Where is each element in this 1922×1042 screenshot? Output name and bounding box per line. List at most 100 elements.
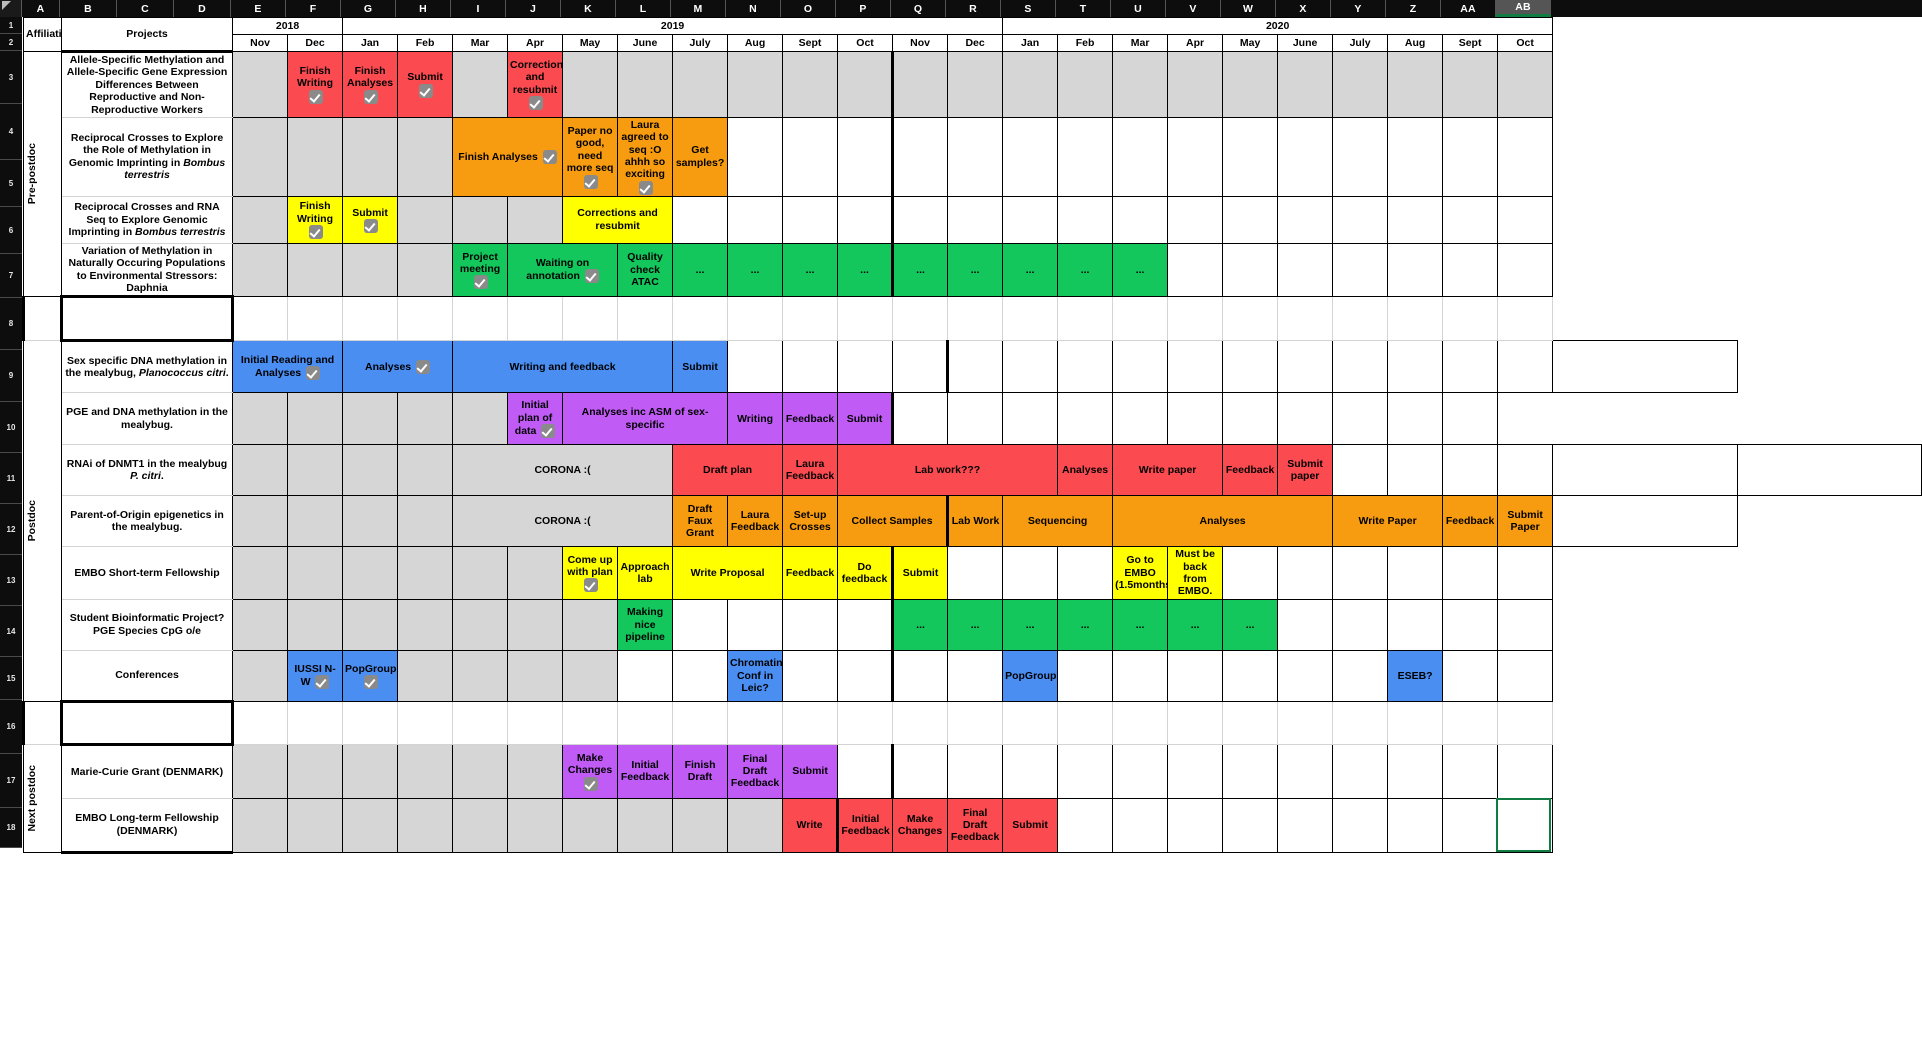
empty-cell[interactable]: [232, 546, 289, 600]
empty-cell[interactable]: [891, 116, 949, 197]
empty-cell[interactable]: [891, 649, 949, 702]
task-cell[interactable]: ...: [672, 242, 729, 298]
column-header-i[interactable]: I: [451, 0, 506, 17]
column-header-d[interactable]: D: [174, 0, 231, 17]
task-cell[interactable]: Initial plan of data: [507, 392, 564, 446]
column-header-r[interactable]: R: [946, 0, 1001, 17]
empty-cell[interactable]: [232, 51, 289, 118]
task-cell[interactable]: Feedback: [782, 546, 839, 600]
empty-cell[interactable]: [1002, 743, 1059, 799]
task-cell[interactable]: Lab work???: [837, 444, 1059, 497]
empty-cell[interactable]: [452, 743, 509, 799]
empty-cell[interactable]: [507, 546, 564, 600]
empty-cell[interactable]: [1002, 116, 1059, 197]
empty-cell[interactable]: [452, 649, 509, 702]
empty-cell[interactable]: [397, 649, 454, 702]
empty-cell[interactable]: [397, 546, 454, 600]
column-header-e[interactable]: E: [231, 0, 286, 17]
empty-cell[interactable]: [1002, 51, 1059, 118]
empty-cell[interactable]: [617, 797, 674, 853]
empty-cell[interactable]: [507, 649, 564, 702]
project-name[interactable]: Marie-Curie Grant (DENMARK): [60, 742, 234, 799]
task-cell[interactable]: Lab Work: [946, 495, 1004, 548]
task-cell[interactable]: ...: [1167, 598, 1224, 651]
empty-cell[interactable]: [1277, 598, 1334, 651]
empty-cell[interactable]: [562, 598, 619, 651]
project-name[interactable]: PGE and DNA methylation in the mealybug.: [60, 392, 234, 446]
row-header-7[interactable]: 7: [0, 254, 22, 298]
project-name[interactable]: RNAi of DNMT1 in the mealybug P. citri.: [60, 444, 234, 497]
empty-cell[interactable]: [1442, 116, 1499, 197]
empty-cell[interactable]: [1167, 195, 1224, 244]
empty-cell[interactable]: [1332, 546, 1389, 600]
empty-cell[interactable]: [232, 495, 289, 548]
empty-cell[interactable]: [1497, 340, 1554, 394]
empty-cell[interactable]: [1277, 797, 1334, 853]
empty-cell[interactable]: [1002, 392, 1059, 446]
empty-cell[interactable]: [782, 649, 839, 702]
empty-cell[interactable]: [617, 649, 674, 702]
empty-cell[interactable]: [1057, 51, 1114, 118]
empty-cell[interactable]: [1057, 116, 1114, 197]
checkbox-checked-icon[interactable]: [416, 359, 431, 374]
task-cell[interactable]: ...: [1222, 598, 1279, 651]
empty-cell[interactable]: [672, 51, 729, 118]
checkbox-checked-icon[interactable]: [584, 174, 599, 189]
task-cell[interactable]: Approach lab: [617, 546, 674, 600]
task-cell[interactable]: CORONA :(: [452, 495, 674, 548]
empty-cell[interactable]: [1442, 546, 1499, 600]
empty-cell[interactable]: [1736, 444, 1922, 497]
empty-cell[interactable]: [1387, 797, 1444, 853]
checkbox-checked-icon[interactable]: [309, 89, 324, 104]
task-cell[interactable]: ...: [947, 242, 1004, 298]
empty-cell[interactable]: [562, 797, 619, 853]
empty-cell[interactable]: [1497, 51, 1554, 118]
empty-cell[interactable]: [562, 649, 619, 702]
task-cell[interactable]: Submit: [342, 195, 399, 244]
empty-cell[interactable]: [397, 743, 454, 799]
column-header-n[interactable]: N: [726, 0, 781, 17]
row-header-12[interactable]: 12: [0, 504, 22, 555]
empty-cell[interactable]: [507, 598, 564, 651]
empty-cell[interactable]: [782, 340, 839, 394]
task-cell[interactable]: Sequencing: [1002, 495, 1114, 548]
empty-cell[interactable]: [1387, 392, 1444, 446]
empty-cell[interactable]: [1497, 797, 1554, 853]
checkbox-checked-icon[interactable]: [584, 578, 599, 593]
empty-cell[interactable]: [287, 116, 344, 197]
task-cell[interactable]: ...: [1112, 598, 1169, 651]
empty-cell[interactable]: [1552, 444, 1738, 497]
task-cell[interactable]: Finish Draft: [672, 743, 729, 799]
empty-cell[interactable]: [782, 116, 839, 197]
empty-cell[interactable]: [1222, 51, 1279, 118]
task-cell[interactable]: Write Paper: [1332, 495, 1444, 548]
empty-cell[interactable]: [1277, 340, 1334, 394]
empty-cell[interactable]: [1112, 116, 1169, 197]
column-header-w[interactable]: W: [1221, 0, 1276, 17]
empty-cell[interactable]: [1112, 743, 1169, 799]
empty-cell[interactable]: [1057, 546, 1114, 600]
project-name[interactable]: Reciprocal Crosses to Explore the Role o…: [60, 116, 234, 197]
task-cell[interactable]: Submit: [891, 546, 949, 600]
project-name[interactable]: Allele-Specific Methylation and Allele-S…: [60, 50, 234, 118]
row-header-2[interactable]: 2: [0, 34, 22, 51]
empty-cell[interactable]: [1387, 598, 1444, 651]
empty-cell[interactable]: [1167, 116, 1224, 197]
empty-cell[interactable]: [342, 546, 399, 600]
empty-cell[interactable]: [947, 649, 1004, 702]
checkbox-checked-icon[interactable]: [584, 776, 599, 791]
task-cell[interactable]: ...: [837, 242, 894, 298]
task-cell[interactable]: Quality check ATAC: [617, 242, 674, 298]
empty-cell[interactable]: [1167, 242, 1224, 298]
empty-cell[interactable]: [1332, 242, 1389, 298]
empty-cell[interactable]: [1222, 195, 1279, 244]
empty-cell[interactable]: [1167, 340, 1224, 394]
task-cell[interactable]: Write Proposal: [672, 546, 784, 600]
empty-cell[interactable]: [1387, 340, 1444, 394]
task-cell[interactable]: Draft plan: [672, 444, 784, 497]
empty-cell[interactable]: [1442, 392, 1499, 446]
empty-cell[interactable]: [1112, 392, 1169, 446]
empty-cell[interactable]: [232, 392, 289, 446]
task-cell[interactable]: Submit: [672, 340, 729, 394]
empty-cell[interactable]: [1112, 340, 1169, 394]
